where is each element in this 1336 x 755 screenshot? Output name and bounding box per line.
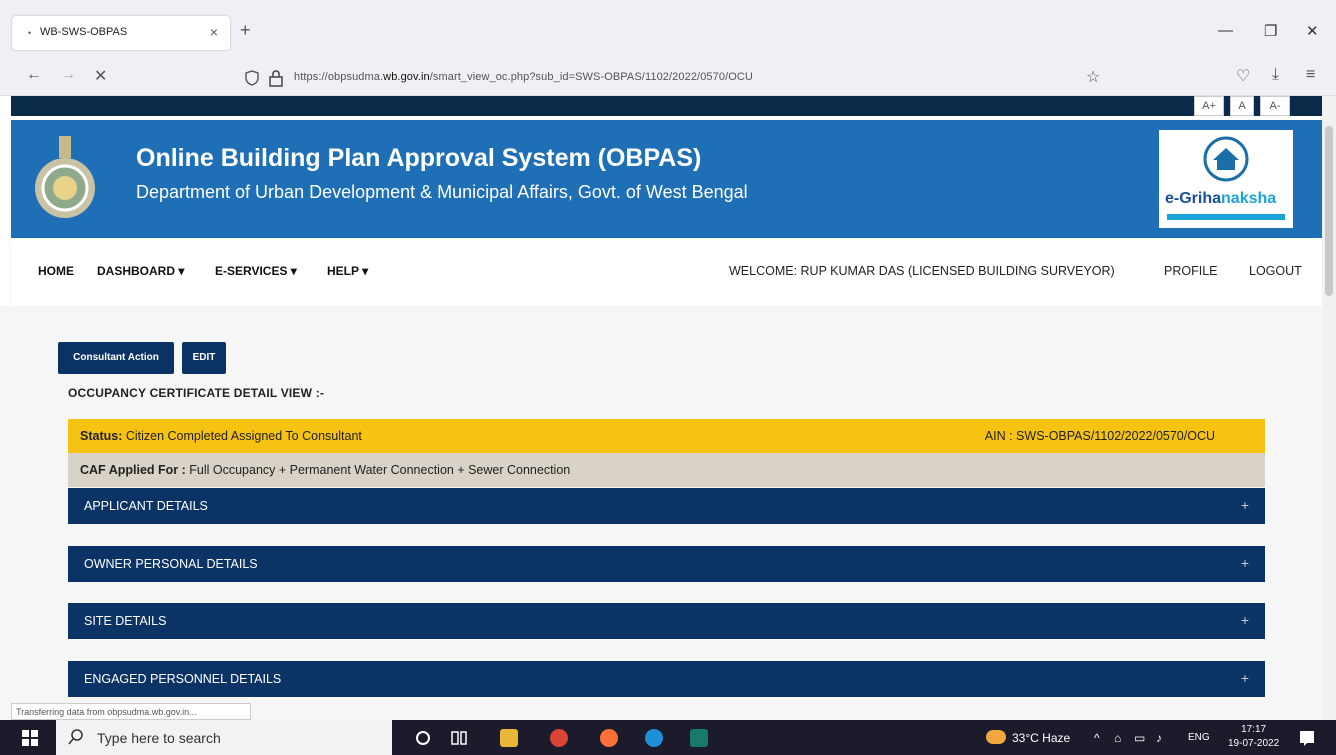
section-engaged-personnel-details[interactable]: ENGAGED PERSONNEL DETAILS +: [68, 661, 1265, 697]
clock[interactable]: 17:17 19-07-2022: [1228, 723, 1279, 751]
lock-icon: [269, 70, 283, 87]
top-strip: [11, 96, 1322, 116]
site-title: Online Building Plan Approval System (OB…: [136, 144, 702, 172]
expand-icon[interactable]: +: [1241, 612, 1249, 628]
search-placeholder: Type here to search: [97, 730, 221, 746]
browser-nav-bar: ← → ✕ https://obpsudma.wb.gov.in/smart_v…: [0, 60, 1336, 96]
west-bengal-emblem: [35, 136, 95, 218]
menu-icon[interactable]: ≡: [1306, 66, 1315, 84]
stop-icon[interactable]: ✕: [94, 66, 107, 86]
page-scrollbar[interactable]: [1322, 96, 1336, 720]
font-normal-button[interactable]: A: [1230, 96, 1254, 116]
tab-close-icon[interactable]: ×: [210, 24, 218, 40]
chrome-icon[interactable]: [550, 729, 568, 747]
weather-icon: [986, 730, 1006, 744]
header-banner: Online Building Plan Approval System (OB…: [11, 120, 1322, 238]
firefox-icon[interactable]: [600, 729, 618, 747]
consultant-action-button[interactable]: Consultant Action: [58, 342, 174, 374]
back-icon[interactable]: ←: [26, 66, 42, 84]
e-grihanaksha-logo: e-Grihanaksha: [1159, 130, 1293, 228]
edit-button[interactable]: EDIT: [182, 342, 226, 374]
cortana-icon[interactable]: [414, 729, 432, 747]
section-applicant-details[interactable]: APPLICANT DETAILS +: [68, 488, 1265, 524]
windows-start-icon[interactable]: [22, 730, 38, 746]
menu-logout[interactable]: LOGOUT: [1249, 264, 1302, 278]
font-decrease-button[interactable]: A-: [1260, 96, 1290, 116]
tray-chevron-icon[interactable]: ^: [1094, 731, 1100, 745]
status-text: Status: Citizen Completed Assigned To Co…: [80, 429, 362, 443]
main-menu: HOME DASHBOARD ▾ E-SERVICES ▾ HELP ▾ WEL…: [11, 238, 1322, 306]
browser-tab-bar: • WB-SWS-OBPAS × + — ❐ ✕: [0, 0, 1336, 60]
display-icon[interactable]: ▭: [1134, 731, 1145, 745]
welcome-text: WELCOME: RUP KUMAR DAS (LICENSED BUILDIN…: [729, 264, 1115, 278]
language-indicator[interactable]: ENG: [1188, 732, 1210, 743]
font-increase-button[interactable]: A+: [1194, 96, 1224, 116]
section-title: SITE DETAILS: [84, 614, 167, 628]
logo-text: e-Grihanaksha: [1165, 190, 1277, 207]
file-explorer-icon[interactable]: [500, 729, 518, 747]
site-subtitle: Department of Urban Development & Munici…: [136, 182, 748, 202]
caf-text: CAF Applied For : Full Occupancy + Perma…: [80, 463, 571, 477]
ain-number: AIN : SWS-OBPAS/1102/2022/0570/OCU: [984, 429, 1215, 443]
edge-icon[interactable]: [645, 729, 663, 747]
forward-icon[interactable]: →: [60, 66, 76, 84]
tab-loading-icon: •: [28, 28, 32, 38]
download-icon[interactable]: ⤓: [1272, 66, 1279, 84]
load-status: Transferring data from obpsudma.wb.gov.i…: [11, 703, 251, 720]
taskbar-search[interactable]: Type here to search: [56, 720, 392, 755]
windows-taskbar: Type here to search 33°C Haze ^ ⌂ ▭ ♪ EN…: [0, 720, 1336, 755]
scrollbar-thumb[interactable]: [1325, 126, 1333, 296]
app-icon[interactable]: [690, 729, 708, 747]
tab-title: WB-SWS-OBPAS: [40, 26, 128, 38]
expand-icon[interactable]: +: [1241, 555, 1249, 571]
weather-text[interactable]: 33°C Haze: [1012, 731, 1070, 745]
search-icon: [68, 729, 83, 745]
web-page: A+ A A- Online Building Plan Approval Sy…: [0, 96, 1322, 720]
task-view-icon[interactable]: [450, 729, 468, 747]
volume-icon[interactable]: ♪: [1156, 731, 1162, 745]
menu-home[interactable]: HOME: [38, 264, 74, 278]
notification-icon[interactable]: [1298, 729, 1316, 747]
network-icon[interactable]: ⌂: [1114, 731, 1121, 745]
page-title: OCCUPANCY CERTIFICATE DETAIL VIEW :-: [68, 386, 325, 400]
menu-profile[interactable]: PROFILE: [1164, 264, 1218, 278]
menu-dashboard[interactable]: DASHBOARD ▾: [97, 264, 184, 278]
section-title: ENGAGED PERSONNEL DETAILS: [84, 672, 282, 686]
status-bar: Status: Citizen Completed Assigned To Co…: [68, 419, 1265, 453]
section-site-details[interactable]: SITE DETAILS +: [68, 603, 1265, 639]
menu-eservices[interactable]: E-SERVICES ▾: [215, 264, 297, 278]
caf-bar: CAF Applied For : Full Occupancy + Perma…: [68, 453, 1265, 487]
section-owner-personal-details[interactable]: OWNER PERSONAL DETAILS +: [68, 546, 1265, 582]
house-logo-icon: [1203, 136, 1249, 182]
section-title: APPLICANT DETAILS: [84, 499, 208, 513]
url-text: https://obpsudma.wb.gov.in/smart_view_oc…: [294, 71, 753, 83]
shield-icon: [245, 70, 259, 86]
url-bar[interactable]: https://obpsudma.wb.gov.in/smart_view_oc…: [232, 63, 1116, 92]
expand-icon[interactable]: +: [1241, 497, 1249, 513]
restore-icon[interactable]: ❐: [1264, 22, 1277, 40]
close-window-icon[interactable]: ✕: [1306, 22, 1319, 40]
new-tab-button[interactable]: +: [240, 20, 251, 41]
menu-help[interactable]: HELP ▾: [327, 264, 368, 278]
section-title: OWNER PERSONAL DETAILS: [84, 557, 258, 571]
clock-time: 17:17: [1241, 724, 1267, 735]
clock-date: 19-07-2022: [1228, 738, 1280, 749]
pocket-icon[interactable]: ♡: [1236, 66, 1250, 86]
main-content: Consultant Action EDIT OCCUPANCY CERTIFI…: [0, 306, 1322, 720]
bookmark-star-icon[interactable]: ☆: [1086, 67, 1100, 87]
logo-underline: [1167, 214, 1285, 220]
expand-icon[interactable]: +: [1241, 670, 1249, 686]
minimize-icon[interactable]: —: [1218, 22, 1233, 39]
browser-tab[interactable]: • WB-SWS-OBPAS ×: [12, 16, 230, 50]
